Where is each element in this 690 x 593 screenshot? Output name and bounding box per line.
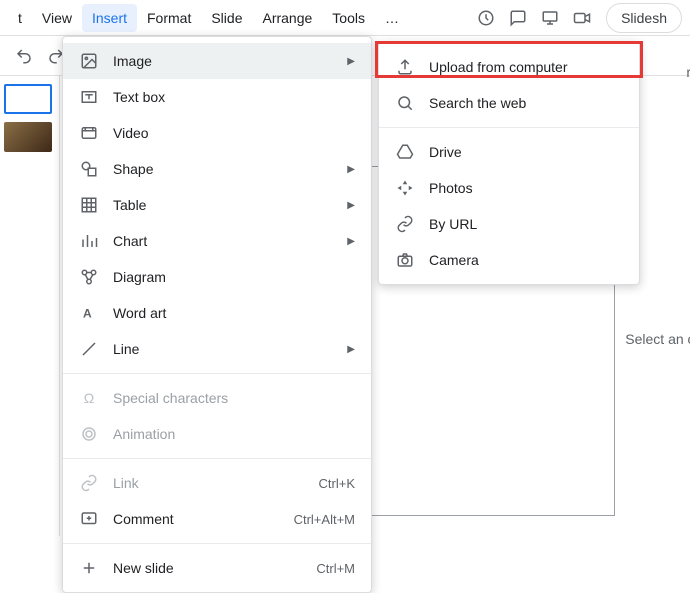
menu-tools[interactable]: Tools: [322, 4, 375, 32]
insert-specialchars-label: Special characters: [113, 390, 355, 406]
insert-line-label: Line: [113, 341, 347, 357]
insert-image-item[interactable]: Image ▶: [63, 43, 371, 79]
photos-label: Photos: [429, 180, 473, 196]
animation-icon: [79, 424, 99, 444]
shortcut-label: Ctrl+K: [319, 476, 355, 491]
insert-video-item[interactable]: Video: [63, 115, 371, 151]
slide-panel: [0, 76, 60, 536]
slide-thumbnail-1[interactable]: [4, 84, 52, 114]
image-submenu: Upload from computer Search the web Driv…: [378, 42, 640, 285]
drive-item[interactable]: Drive: [379, 134, 639, 170]
upload-icon: [395, 57, 415, 77]
menu-view[interactable]: View: [32, 4, 82, 32]
camera-item[interactable]: Camera: [379, 242, 639, 278]
insert-diagram-item[interactable]: Diagram: [63, 259, 371, 295]
undo-icon[interactable]: [10, 42, 38, 70]
chevron-right-icon: ▶: [347, 344, 355, 355]
divider: [63, 458, 371, 459]
shape-icon: [79, 159, 99, 179]
comment-icon[interactable]: [506, 6, 530, 30]
line-icon: [79, 339, 99, 359]
table-icon: [79, 195, 99, 215]
image-icon: [79, 51, 99, 71]
search-icon: [395, 93, 415, 113]
insert-wordart-item[interactable]: A Word art: [63, 295, 371, 331]
insert-shape-label: Shape: [113, 161, 347, 177]
insert-textbox-label: Text box: [113, 89, 355, 105]
insert-chart-item[interactable]: Chart ▶: [63, 223, 371, 259]
by-url-label: By URL: [429, 216, 477, 232]
shortcut-label: Ctrl+M: [316, 561, 355, 576]
insert-animation-label: Animation: [113, 426, 355, 442]
insert-newslide-item[interactable]: New slide Ctrl+M: [63, 550, 371, 586]
camera-dropdown-icon[interactable]: [570, 6, 594, 30]
menubar: t View Insert Format Slide Arrange Tools…: [0, 0, 690, 36]
insert-wordart-label: Word art: [113, 305, 355, 321]
camera-icon: [395, 250, 415, 270]
insert-image-label: Image: [113, 53, 347, 69]
menu-insert[interactable]: Insert: [82, 4, 137, 32]
insert-table-item[interactable]: Table ▶: [63, 187, 371, 223]
insert-video-label: Video: [113, 125, 355, 141]
video-icon: [79, 123, 99, 143]
divider: [379, 127, 639, 128]
chevron-right-icon: ▶: [347, 164, 355, 175]
plus-icon: [79, 558, 99, 578]
present-icon[interactable]: [538, 6, 562, 30]
menu-more[interactable]: …: [375, 4, 409, 32]
format-options-label: rmat o: [686, 64, 690, 80]
drive-label: Drive: [429, 144, 462, 160]
menu-slide[interactable]: Slide: [201, 4, 252, 32]
link-icon: [79, 473, 99, 493]
diagram-icon: [79, 267, 99, 287]
shortcut-label: Ctrl+Alt+M: [294, 512, 355, 527]
slideshow-button[interactable]: Slidesh: [606, 3, 682, 33]
chevron-right-icon: ▶: [347, 236, 355, 247]
menu-format[interactable]: Format: [137, 4, 201, 32]
history-icon[interactable]: [474, 6, 498, 30]
chart-icon: [79, 231, 99, 251]
drive-icon: [395, 142, 415, 162]
select-object-label: Select an obje: [625, 331, 690, 347]
insert-diagram-label: Diagram: [113, 269, 355, 285]
textbox-icon: [79, 87, 99, 107]
upload-from-computer-item[interactable]: Upload from computer: [379, 49, 639, 85]
omega-icon: Ω: [79, 388, 99, 408]
menu-edit-partial[interactable]: t: [8, 4, 32, 32]
comment-add-icon: [79, 509, 99, 529]
photos-item[interactable]: Photos: [379, 170, 639, 206]
svg-text:A: A: [83, 307, 92, 321]
insert-comment-item[interactable]: Comment Ctrl+Alt+M: [63, 501, 371, 537]
photos-icon: [395, 178, 415, 198]
upload-label: Upload from computer: [429, 59, 568, 75]
divider: [63, 543, 371, 544]
insert-link-label: Link: [113, 475, 319, 491]
insert-comment-label: Comment: [113, 511, 294, 527]
insert-newslide-label: New slide: [113, 560, 316, 576]
insert-chart-label: Chart: [113, 233, 347, 249]
chevron-right-icon: ▶: [347, 56, 355, 67]
insert-textbox-item[interactable]: Text box: [63, 79, 371, 115]
insert-table-label: Table: [113, 197, 347, 213]
divider: [63, 373, 371, 374]
insert-specialchars-item: Ω Special characters: [63, 380, 371, 416]
chevron-right-icon: ▶: [347, 200, 355, 211]
wordart-icon: A: [79, 303, 99, 323]
search-web-label: Search the web: [429, 95, 526, 111]
slide-thumbnail-2[interactable]: [4, 122, 52, 152]
search-web-item[interactable]: Search the web: [379, 85, 639, 121]
camera-label: Camera: [429, 252, 479, 268]
insert-line-item[interactable]: Line ▶: [63, 331, 371, 367]
by-url-item[interactable]: By URL: [379, 206, 639, 242]
insert-shape-item[interactable]: Shape ▶: [63, 151, 371, 187]
menu-arrange[interactable]: Arrange: [252, 4, 322, 32]
insert-dropdown: Image ▶ Text box Video Shape ▶ Table ▶ C…: [62, 36, 372, 593]
url-icon: [395, 214, 415, 234]
insert-link-item: Link Ctrl+K: [63, 465, 371, 501]
insert-animation-item: Animation: [63, 416, 371, 452]
